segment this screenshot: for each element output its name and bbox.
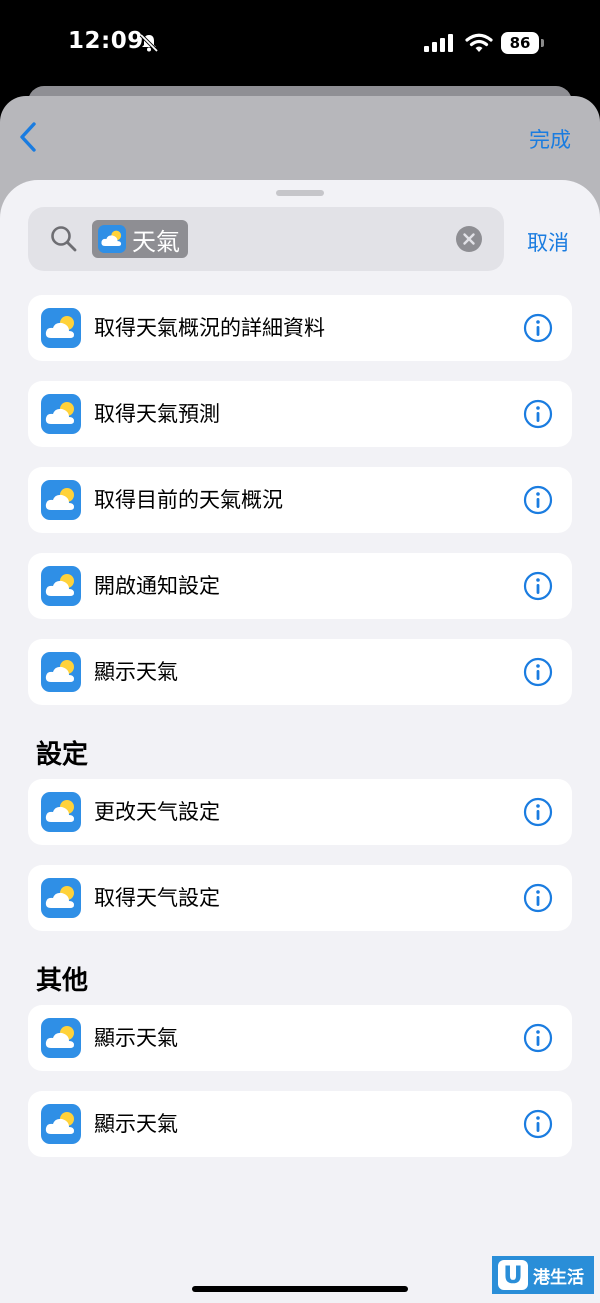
wifi-icon (465, 33, 493, 52)
action-label: 顯示天氣 (94, 1112, 178, 1136)
bell-slash-icon (139, 33, 159, 53)
action-row[interactable]: 顯示天氣 (28, 639, 572, 705)
weather-app-icon (41, 566, 81, 606)
clear-icon[interactable] (456, 226, 482, 252)
action-row[interactable]: 顯示天氣 (28, 1005, 572, 1071)
watermark-text: 港生活 (533, 1267, 584, 1288)
back-chevron-icon[interactable] (14, 120, 44, 154)
info-icon[interactable] (523, 1109, 553, 1139)
action-row[interactable]: 取得天氣預測 (28, 381, 572, 447)
cancel-button[interactable]: 取消 (527, 227, 569, 257)
weather-app-icon (41, 480, 81, 520)
search-token[interactable]: 天氣 (92, 220, 188, 258)
action-search-sheet: 天氣 取消 取得天氣概況的詳細資料 取得天氣預測 取得目前的天氣概況 開啟通知設… (0, 180, 600, 1303)
info-icon[interactable] (523, 797, 553, 827)
battery-icon: 86 (501, 32, 544, 54)
search-bar[interactable]: 天氣 (28, 207, 504, 271)
section-header-other: 其他 (36, 966, 89, 996)
action-row[interactable]: 取得天氣概況的詳細資料 (28, 295, 572, 361)
action-label: 取得天氣概況的詳細資料 (94, 316, 325, 340)
cellular-signal-icon (424, 34, 453, 52)
info-icon[interactable] (523, 485, 553, 515)
sheet-grabber[interactable] (276, 190, 324, 196)
info-icon[interactable] (523, 313, 553, 343)
action-row[interactable]: 顯示天氣 (28, 1091, 572, 1157)
watermark-mark: U (498, 1260, 528, 1290)
action-label: 開啟通知設定 (94, 574, 220, 598)
info-icon[interactable] (523, 657, 553, 687)
info-icon[interactable] (523, 571, 553, 601)
weather-app-icon (41, 1018, 81, 1058)
weather-app-icon (41, 878, 81, 918)
action-row[interactable]: 開啟通知設定 (28, 553, 572, 619)
watermark-logo: U 港生活 (492, 1256, 594, 1294)
status-bar: 12:09 86 (0, 0, 600, 90)
action-label: 更改天气設定 (94, 800, 220, 824)
search-icon (51, 226, 77, 252)
action-label: 取得天气設定 (94, 886, 220, 910)
weather-app-icon (98, 225, 126, 253)
action-label: 取得天氣預測 (94, 402, 220, 426)
action-row[interactable]: 更改天气設定 (28, 779, 572, 845)
info-icon[interactable] (523, 399, 553, 429)
weather-app-icon (41, 792, 81, 832)
info-icon[interactable] (523, 1023, 553, 1053)
section-header-settings: 設定 (36, 740, 89, 770)
info-icon[interactable] (523, 883, 553, 913)
weather-app-icon (41, 308, 81, 348)
action-row[interactable]: 取得天气設定 (28, 865, 572, 931)
home-indicator (192, 1286, 408, 1292)
action-label: 取得目前的天氣概況 (94, 488, 283, 512)
action-label: 顯示天氣 (94, 660, 178, 684)
search-token-label: 天氣 (132, 227, 180, 256)
action-label: 顯示天氣 (94, 1026, 178, 1050)
status-time: 12:09 (68, 28, 144, 54)
weather-app-icon (41, 1104, 81, 1144)
weather-app-icon (41, 394, 81, 434)
done-button[interactable]: 完成 (529, 124, 571, 154)
action-row[interactable]: 取得目前的天氣概況 (28, 467, 572, 533)
weather-app-icon (41, 652, 81, 692)
